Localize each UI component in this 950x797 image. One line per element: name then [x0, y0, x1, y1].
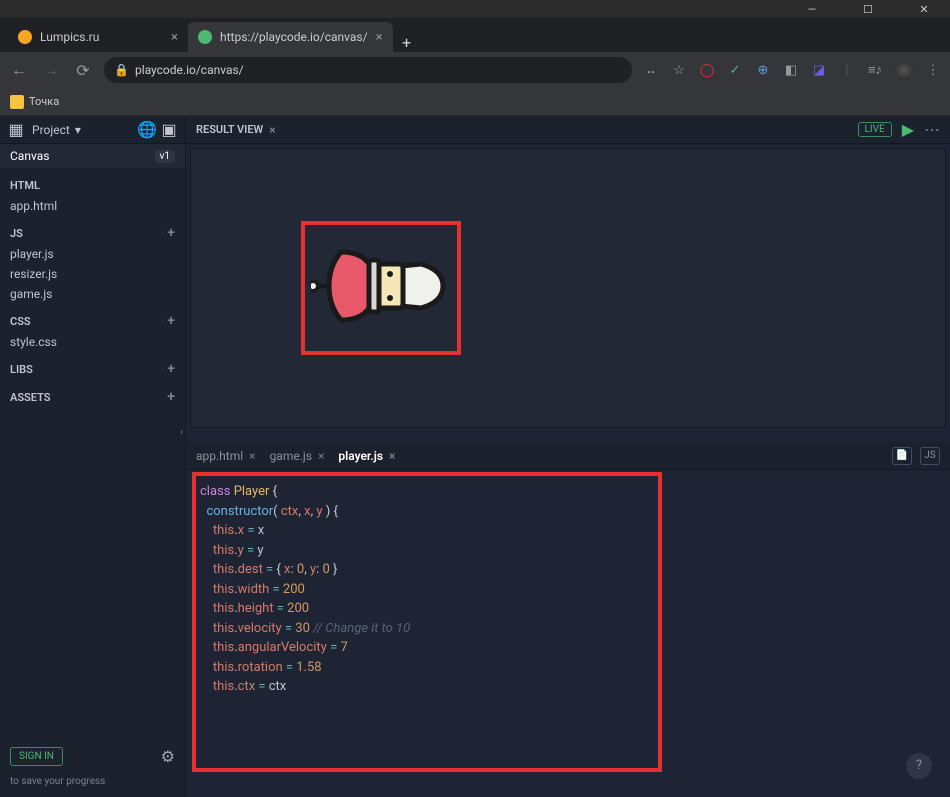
extension-icon[interactable]: ✓: [726, 61, 744, 79]
main-area: RESULT VIEW × LIVE ▶ ⋯: [186, 116, 950, 797]
close-window-button[interactable]: ✕: [906, 0, 942, 18]
file-item[interactable]: app.html: [0, 196, 185, 216]
result-tab[interactable]: RESULT VIEW ×: [196, 123, 276, 137]
live-button[interactable]: LIVE: [858, 122, 892, 137]
version-badge: v1: [155, 150, 175, 163]
add-file-button[interactable]: +: [167, 361, 175, 377]
lock-icon: 🔒: [114, 63, 129, 77]
preview-canvas[interactable]: [190, 148, 946, 428]
sidebar: ▦ Project ▾ 🌐 ▣ Canvas v1 HTML app.html …: [0, 116, 186, 797]
minimize-button[interactable]: —: [794, 0, 830, 18]
add-file-button[interactable]: +: [167, 313, 175, 329]
favicon-icon: [18, 30, 32, 44]
back-button[interactable]: ←: [8, 59, 30, 81]
bookmark-label: Точка: [29, 95, 59, 108]
gear-icon[interactable]: ⚙: [161, 747, 175, 766]
file-item[interactable]: style.css: [0, 332, 185, 352]
copy-icon[interactable]: 📄: [892, 447, 912, 465]
file-item[interactable]: player.js: [0, 244, 185, 264]
play-icon[interactable]: ▶: [902, 120, 914, 139]
profile-avatar[interactable]: [894, 60, 914, 80]
file-item[interactable]: game.js: [0, 284, 185, 304]
close-icon[interactable]: ×: [389, 449, 395, 463]
browser-tab[interactable]: Lumpics.ru ×: [8, 22, 188, 52]
add-file-button[interactable]: +: [167, 389, 175, 405]
reload-button[interactable]: ⟳: [72, 59, 94, 81]
close-icon[interactable]: ×: [269, 123, 275, 137]
lang-badge[interactable]: JS: [920, 447, 940, 465]
result-bar: RESULT VIEW × LIVE ▶ ⋯: [186, 116, 950, 144]
favicon-icon: [198, 30, 212, 44]
editor-tab[interactable]: player.js×: [338, 449, 395, 463]
extension-icon[interactable]: ◪: [810, 61, 828, 79]
close-icon[interactable]: ×: [249, 449, 255, 463]
code-editor[interactable]: class Player { constructor( ctx, x, y ) …: [186, 470, 950, 797]
section-css[interactable]: CSS+: [0, 310, 185, 332]
section-libs[interactable]: LIBS+: [0, 358, 185, 380]
terminal-icon[interactable]: ▣: [161, 122, 177, 138]
rocket-highlight: [301, 221, 461, 355]
rocket-sprite: [311, 231, 451, 341]
signin-tip: to save your progress: [0, 776, 185, 797]
globe-icon[interactable]: 🌐: [139, 122, 155, 138]
new-tab-button[interactable]: +: [393, 33, 421, 52]
signin-button[interactable]: SIGN IN: [10, 747, 63, 766]
tab-title: Lumpics.ru: [40, 30, 99, 44]
reading-list-icon[interactable]: ≡♪: [866, 61, 884, 79]
close-icon[interactable]: ×: [171, 30, 178, 45]
browser-tabs: Lumpics.ru × https://playcode.io/canvas/…: [0, 18, 950, 52]
translate-icon[interactable]: ⠤: [642, 61, 660, 79]
help-button[interactable]: ?: [906, 753, 932, 779]
address-bar: ← → ⟳ 🔒 playcode.io/canvas/ ⠤ ☆ ◯ ✓ ⊕ ◧ …: [0, 52, 950, 88]
section-assets[interactable]: ASSETS+: [0, 386, 185, 408]
extension-icon[interactable]: ◯: [698, 61, 716, 79]
bookmarks-bar: Точка: [0, 88, 950, 116]
splitter-handle[interactable]: ‹: [186, 432, 950, 442]
section-html[interactable]: HTML: [0, 174, 185, 196]
bookmark-star-icon[interactable]: ☆: [670, 61, 688, 79]
bookmark-favicon-icon: [10, 95, 24, 109]
chevron-down-icon: ▾: [75, 123, 81, 137]
canvas-header[interactable]: Canvas v1: [0, 144, 185, 168]
grid-icon[interactable]: ▦: [8, 122, 24, 138]
forward-button[interactable]: →: [40, 59, 62, 81]
editor-tabs: app.html× game.js× player.js× 📄 JS: [186, 442, 950, 470]
tab-title: https://playcode.io/canvas/: [220, 30, 368, 44]
more-icon[interactable]: ⋯: [924, 120, 940, 139]
app-root: ▦ Project ▾ 🌐 ▣ Canvas v1 HTML app.html …: [0, 116, 950, 797]
maximize-button[interactable]: ☐: [850, 0, 886, 18]
file-item[interactable]: resizer.js: [0, 264, 185, 284]
editor-tab[interactable]: game.js×: [270, 449, 325, 463]
vert-divider: |: [838, 61, 856, 79]
close-icon[interactable]: ×: [318, 449, 324, 463]
url-text: playcode.io/canvas/: [135, 63, 244, 77]
window-chrome: — ☐ ✕: [0, 0, 950, 18]
editor-tab[interactable]: app.html×: [196, 449, 256, 463]
project-dropdown[interactable]: Project ▾: [32, 123, 81, 137]
sidebar-bottom: SIGN IN ⚙: [0, 737, 185, 776]
extension-icon[interactable]: ◧: [782, 61, 800, 79]
browser-tab[interactable]: https://playcode.io/canvas/ ×: [188, 22, 393, 52]
toolbar-icons: ⠤ ☆ ◯ ✓ ⊕ ◧ ◪ | ≡♪ ⋮: [642, 60, 942, 80]
extension-icon[interactable]: ⊕: [754, 61, 772, 79]
address-field[interactable]: 🔒 playcode.io/canvas/: [104, 57, 632, 83]
sidebar-top: ▦ Project ▾ 🌐 ▣: [0, 116, 185, 144]
menu-icon[interactable]: ⋮: [924, 61, 942, 79]
bookmark-item[interactable]: Точка: [10, 95, 59, 109]
close-icon[interactable]: ×: [376, 30, 383, 45]
section-js[interactable]: JS+: [0, 222, 185, 244]
add-file-button[interactable]: +: [167, 225, 175, 241]
